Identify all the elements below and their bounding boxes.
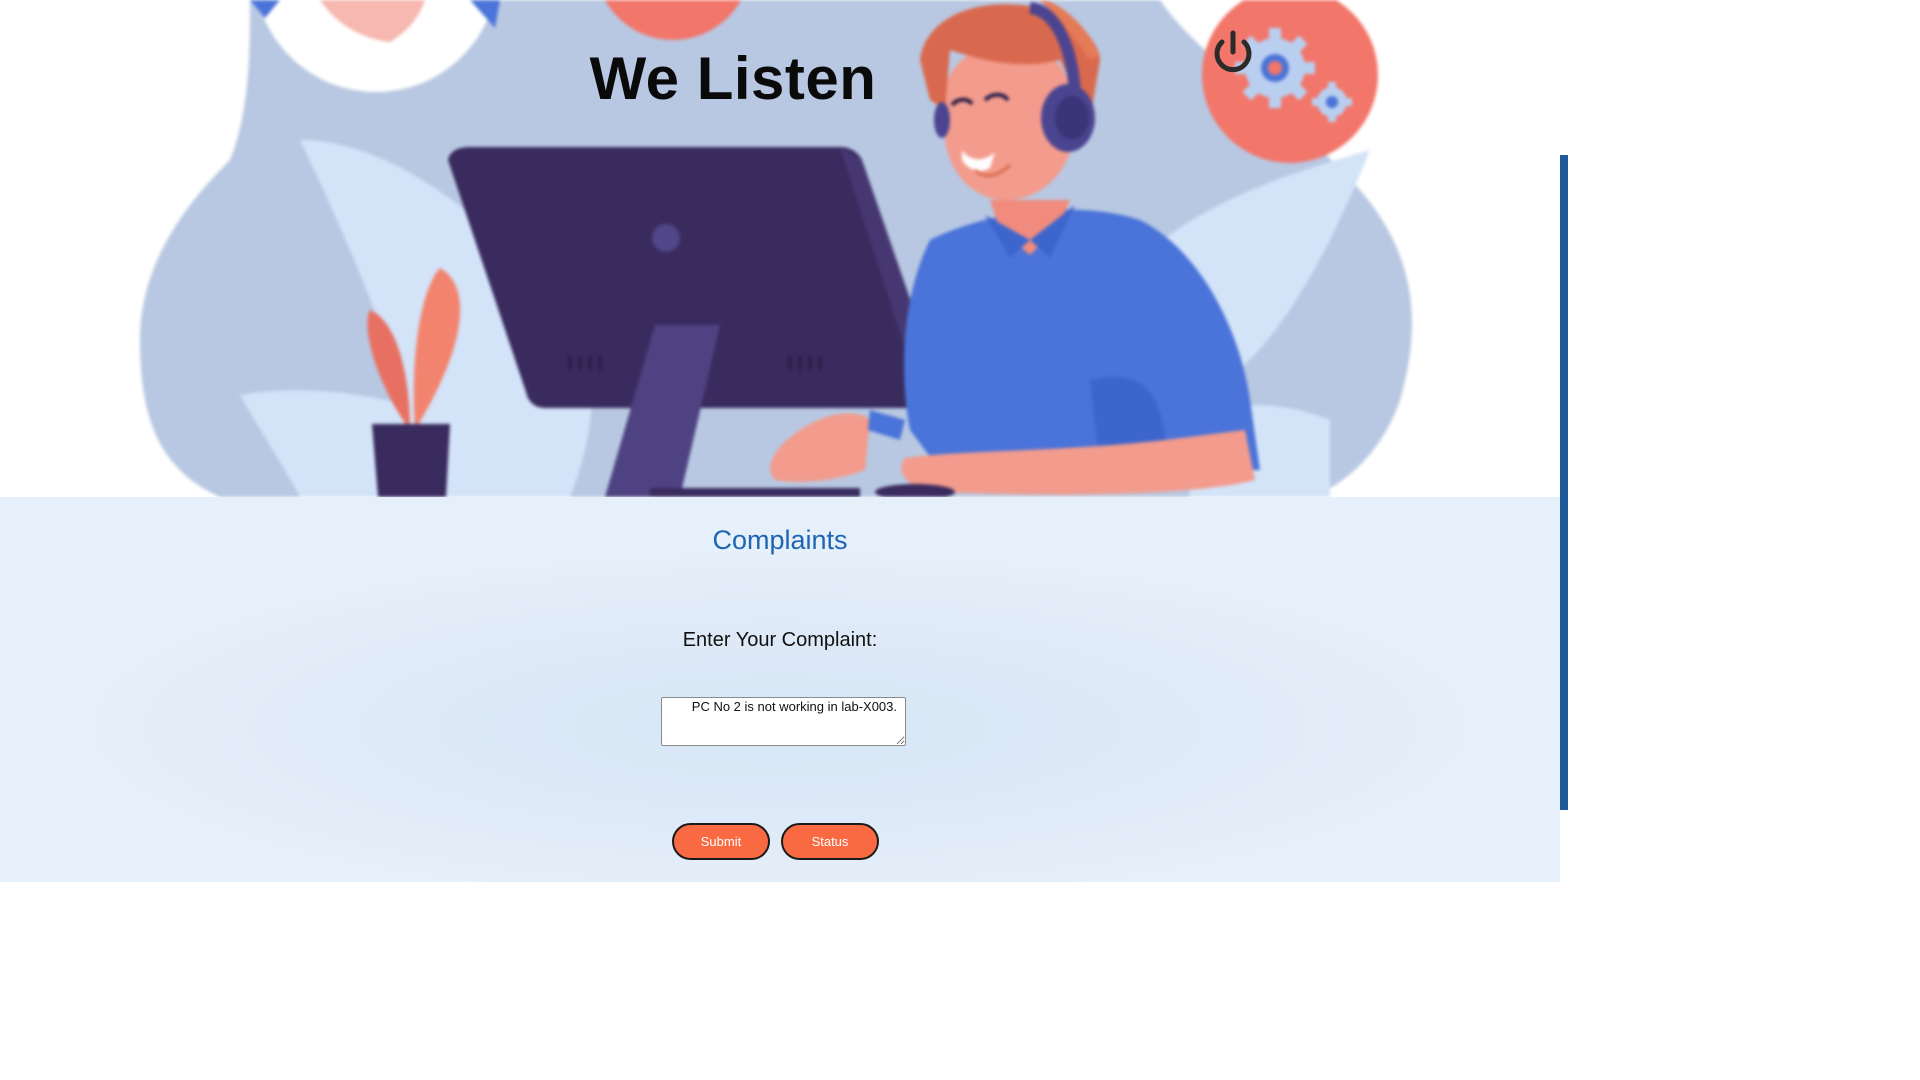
complaint-label: Enter Your Complaint: [682, 629, 878, 651]
complaints-heading: Complaints [712, 525, 848, 555]
scrollbar-thumb[interactable] [1560, 155, 1568, 810]
submit-button[interactable]: Submit [672, 823, 770, 860]
hero-banner: We Listen [0, 0, 1560, 497]
scrollbar-track[interactable] [1560, 0, 1568, 882]
complaint-form-section: Complaints Enter Your Complaint: PC No 2… [0, 497, 1560, 882]
page: We Listen Complaints Enter Your Complain… [0, 0, 1568, 882]
status-button[interactable]: Status [781, 823, 879, 860]
complaint-textarea[interactable]: PC No 2 is not working in lab-X003. [661, 697, 906, 746]
power-icon[interactable] [1211, 30, 1255, 76]
